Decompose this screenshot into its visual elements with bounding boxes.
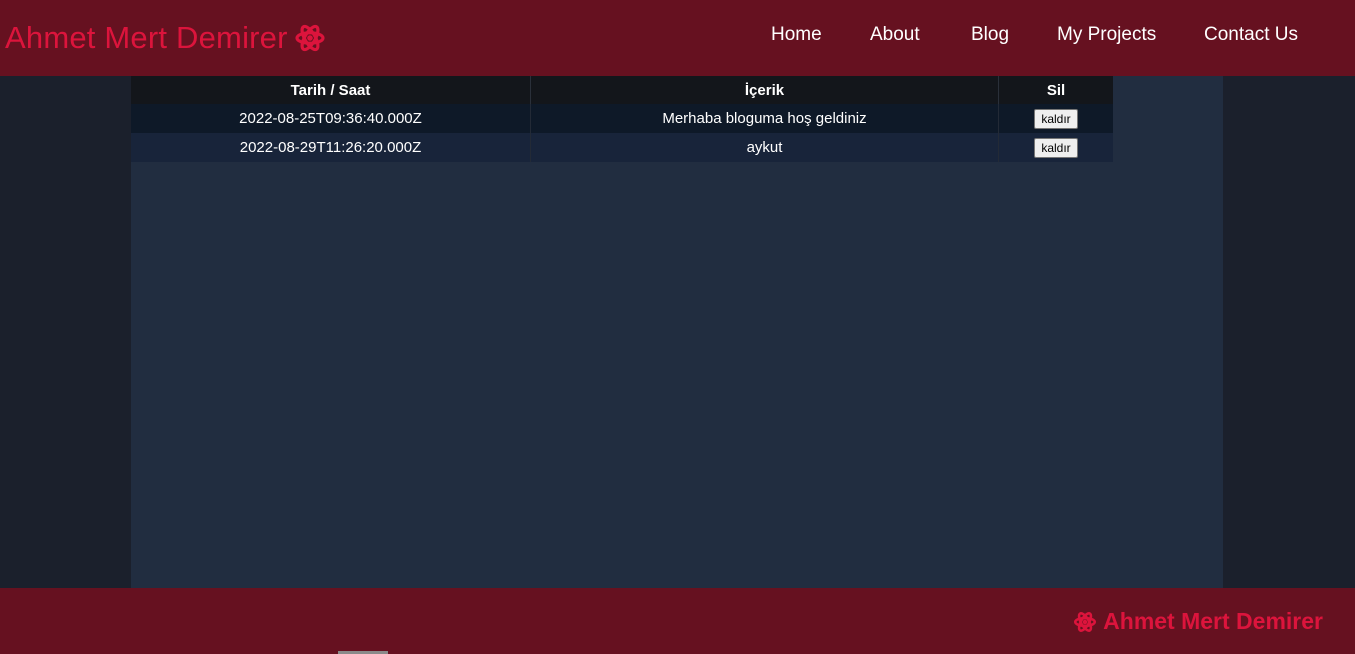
- header-delete: Sil: [998, 76, 1113, 104]
- footer-brand: Ahmet Mert Demirer: [1073, 608, 1323, 635]
- table-row: 2022-08-25T09:36:40.000Z Merhaba bloguma…: [131, 104, 1113, 133]
- cell-date: 2022-08-29T11:26:20.000Z: [131, 133, 531, 162]
- navbar: Ahmet Mert Demirer Home About Blog My Pr…: [0, 0, 1355, 76]
- nav-home[interactable]: Home: [771, 24, 822, 46]
- nav-links: Home About Blog My Projects Contact Us: [0, 0, 1355, 73]
- cell-delete: kaldır: [998, 133, 1113, 162]
- posts-table: Tarih / Saat İçerik Sil 2022-08-25T09:36…: [131, 76, 1113, 162]
- table-row: 2022-08-29T11:26:20.000Z aykut kaldır: [131, 133, 1113, 162]
- cell-delete: kaldır: [998, 104, 1113, 133]
- cell-date: 2022-08-25T09:36:40.000Z: [131, 104, 531, 133]
- header-date: Tarih / Saat: [131, 76, 531, 104]
- remove-button[interactable]: kaldır: [1034, 137, 1078, 158]
- footer-name: Ahmet Mert Demirer: [1103, 608, 1323, 634]
- cell-content: aykut: [530, 133, 999, 162]
- nav-contact-us[interactable]: Contact Us: [1204, 24, 1298, 46]
- table-header-row: Tarih / Saat İçerik Sil: [131, 76, 1113, 104]
- nav-blog[interactable]: Blog: [971, 24, 1009, 46]
- nav-about[interactable]: About: [870, 24, 920, 46]
- main-content: Tarih / Saat İçerik Sil 2022-08-25T09:36…: [131, 76, 1223, 588]
- nav-my-projects[interactable]: My Projects: [1057, 24, 1156, 46]
- cell-content: Merhaba bloguma hoş geldiniz: [530, 104, 999, 133]
- header-content: İçerik: [530, 76, 999, 104]
- react-atom-icon: [1073, 610, 1097, 634]
- remove-button[interactable]: kaldır: [1034, 108, 1078, 129]
- footer: Ahmet Mert Demirer: [0, 588, 1355, 654]
